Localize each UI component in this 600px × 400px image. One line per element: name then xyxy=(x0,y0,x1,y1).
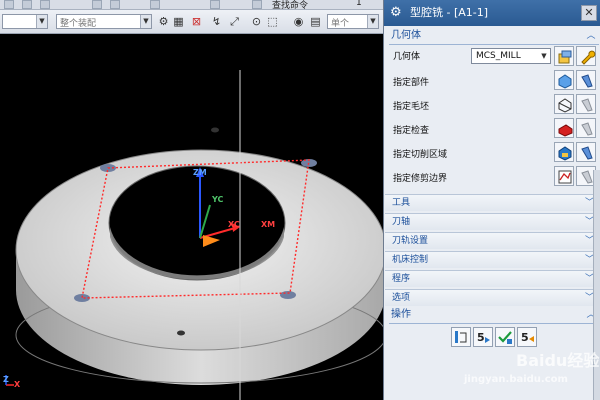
list-button[interactable]: 5 xyxy=(517,327,537,347)
layer-icon[interactable]: ▤ xyxy=(309,15,322,28)
snap-icon[interactable]: ↯ xyxy=(210,15,223,28)
selection-filter-combo[interactable]: 整个装配 ▼ xyxy=(56,14,152,29)
cut-area-icon xyxy=(558,146,572,161)
toolbar-button[interactable] xyxy=(22,0,32,9)
section-path-settings[interactable]: 刀轨设置 ﹀ xyxy=(385,232,600,249)
generate-button[interactable] xyxy=(451,327,471,347)
toolbar-button[interactable] xyxy=(150,0,160,9)
display-part-button[interactable] xyxy=(576,70,596,90)
specify-cut-area-button[interactable] xyxy=(554,142,574,162)
toolbar-button[interactable] xyxy=(40,0,50,9)
display-cut-area-button[interactable] xyxy=(576,142,596,162)
bolt-hole xyxy=(280,291,296,299)
row-label-trim-boundary: 指定修剪边界 xyxy=(393,174,448,184)
check-icon xyxy=(558,124,573,137)
move-icon[interactable]: ⤢ xyxy=(228,15,241,28)
watermark: Baidu经验 jingyan.baidu.com xyxy=(464,347,600,387)
xc-label: XC xyxy=(228,220,240,229)
yc-label: YC xyxy=(212,195,224,204)
verify-icon xyxy=(498,331,512,344)
gear-icon[interactable]: ⚙ xyxy=(390,6,404,20)
list-icon: 5 xyxy=(521,331,534,344)
xm-label: XM xyxy=(261,220,276,229)
zm-label: ZM xyxy=(193,168,207,177)
toolbar-button[interactable] xyxy=(252,0,262,9)
wrench-icon xyxy=(581,50,596,65)
geometry-new-icon xyxy=(558,50,572,64)
point-icon[interactable]: ⊙ xyxy=(250,15,263,28)
triad-z-label: Z xyxy=(3,375,9,384)
edit-geometry-button[interactable] xyxy=(576,46,596,66)
specify-trim-boundary-button[interactable] xyxy=(554,166,574,186)
close-button[interactable]: ✕ xyxy=(581,5,597,21)
row-label-check: 指定检查 xyxy=(393,126,430,136)
deselect-icon[interactable]: ⊠ xyxy=(190,15,203,28)
row-label-blank: 指定毛坯 xyxy=(393,102,430,112)
blank-icon xyxy=(558,98,572,113)
divider xyxy=(389,323,599,324)
search-combo[interactable]: 单个 ▼ xyxy=(327,14,379,29)
display-blank-button[interactable] xyxy=(576,94,596,114)
verify-button[interactable] xyxy=(495,327,515,347)
toolbar-button[interactable] xyxy=(210,0,220,9)
generate-icon xyxy=(455,331,467,343)
command-count: 1 xyxy=(356,0,362,8)
divider xyxy=(389,44,599,45)
part-model xyxy=(5,70,385,400)
visibility-icon[interactable]: ◉ xyxy=(292,15,305,28)
specify-blank-button[interactable] xyxy=(554,94,574,114)
graphics-viewport[interactable]: ZM XC XM YC Z X xyxy=(0,35,385,400)
geometry-label: 几何体 xyxy=(393,52,421,62)
dialog-title: 型腔铣 - [A1-1] xyxy=(384,0,600,26)
svg-text:5: 5 xyxy=(477,331,485,344)
specify-part-button[interactable] xyxy=(554,70,574,90)
flashlight-icon xyxy=(581,146,593,160)
command-finder[interactable]: 查找命令 xyxy=(272,0,308,9)
section-options[interactable]: 选项 ﹀ xyxy=(385,289,600,306)
replay-button[interactable]: 5 xyxy=(473,327,493,347)
chevron-up-icon[interactable]: ︿ xyxy=(585,30,597,42)
section-tool-axis[interactable]: 刀轴 ﹀ xyxy=(385,213,600,230)
bolt-hole xyxy=(211,127,219,133)
box-select-icon[interactable]: ⬚ xyxy=(266,15,279,28)
flashlight-icon xyxy=(581,74,593,88)
specify-check-button[interactable] xyxy=(554,118,574,138)
watermark-url: jingyan.baidu.com xyxy=(464,374,568,385)
section-machine-control[interactable]: 机床控制 ﹀ xyxy=(385,251,600,268)
flashlight-icon xyxy=(581,122,593,136)
chevron-down-icon: ▼ xyxy=(541,52,547,60)
trim-boundary-icon xyxy=(558,170,572,184)
geometry-select[interactable]: MCS_MILL ▼ xyxy=(471,48,551,64)
row-label-cut-area: 指定切削区域 xyxy=(393,150,448,160)
select-all-icon[interactable]: ▦ xyxy=(172,15,185,28)
new-geometry-button[interactable] xyxy=(554,46,574,66)
section-geometry[interactable]: 几何体 ︿ xyxy=(389,28,599,44)
gear-icon[interactable]: ⚙ xyxy=(157,15,170,28)
svg-text:5: 5 xyxy=(521,331,529,344)
toolbar-button[interactable] xyxy=(92,0,102,9)
section-operations[interactable]: 操作 ︿ xyxy=(389,307,599,323)
bolt-hole xyxy=(177,330,185,336)
display-check-button[interactable] xyxy=(576,118,596,138)
flashlight-icon xyxy=(581,98,593,112)
watermark-brand: Baidu经验 xyxy=(516,351,600,370)
section-tool[interactable]: 工具 ﹀ xyxy=(385,194,600,211)
section-program[interactable]: 程序 ﹀ xyxy=(385,270,600,287)
part-icon xyxy=(558,74,572,89)
toolbar-button[interactable] xyxy=(110,0,120,9)
toolbar-button[interactable] xyxy=(4,0,14,9)
row-label-part: 指定部件 xyxy=(393,78,430,88)
menu-combo[interactable]: ▼ xyxy=(2,14,48,29)
triad-x-label: X xyxy=(14,380,21,389)
replay-icon: 5 xyxy=(477,331,490,344)
